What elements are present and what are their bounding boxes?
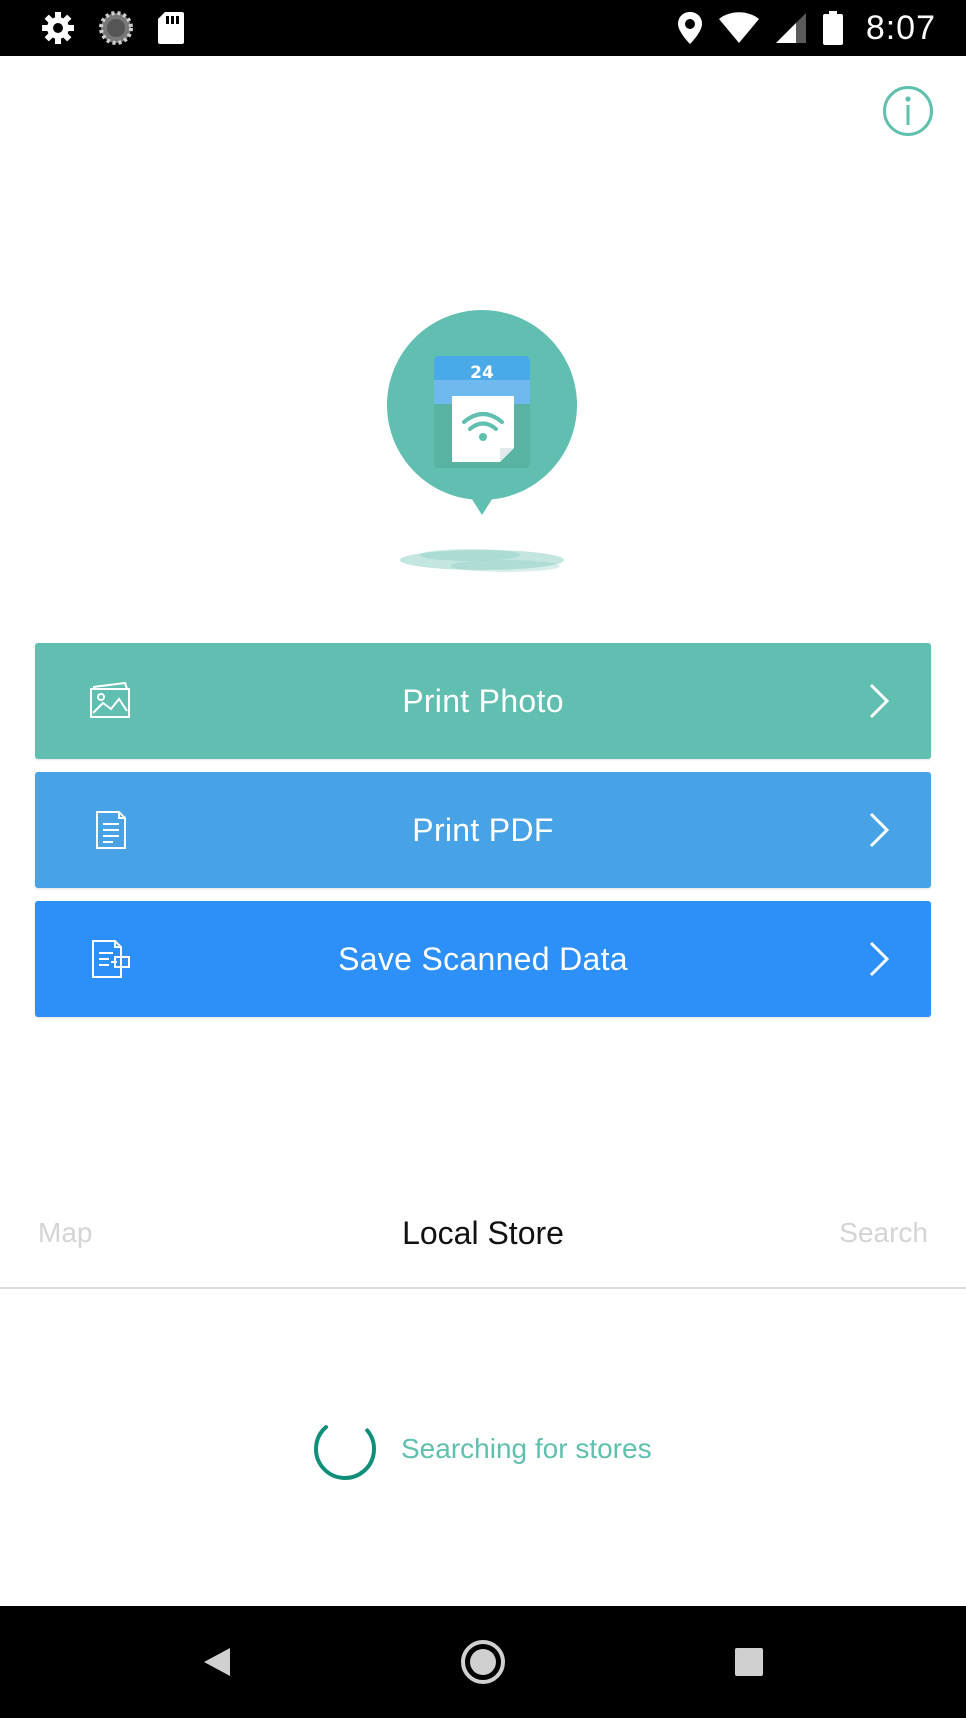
save-scanned-data-label: Save Scanned Data [338,941,628,977]
app-screen: 8:07 24 Print Photo Print PDF Save Scann… [0,0,966,1718]
loading-text: Searching for stores [401,1433,652,1464]
printer-bubble-logo: 24 [387,310,577,572]
calendar-number: 24 [470,363,494,383]
store-search-loading: Searching for stores [0,1410,966,1490]
signal-icon [775,13,806,43]
chevron-right-icon [869,941,890,977]
status-bar: 8:07 [0,0,966,56]
back-icon[interactable] [190,1634,246,1690]
print-photo-button[interactable]: Print Photo [35,643,931,759]
print-pdf-button[interactable]: Print PDF [35,772,931,888]
tab-search[interactable]: Search [839,1200,928,1266]
print-pdf-label: Print PDF [412,812,554,848]
status-right-icons: 8:07 [676,8,936,48]
hero-illustration: 24 [370,300,600,590]
info-icon [905,96,911,125]
sd-card-icon [158,12,184,44]
wifi-icon [718,12,759,43]
chevron-right-icon [869,683,890,719]
tab-map[interactable]: Map [38,1200,92,1266]
info-button[interactable] [883,86,933,136]
sync-icon [99,11,133,45]
print-photo-label: Print Photo [402,683,564,719]
location-icon [677,12,702,44]
recents-icon[interactable] [721,1634,777,1690]
chevron-right-icon [869,812,890,848]
home-icon[interactable] [455,1634,511,1690]
battery-icon [822,11,843,45]
tabs-divider [0,1287,966,1289]
save-scanned-data-button[interactable]: Save Scanned Data [35,901,931,1017]
navigation-bar [0,1606,966,1718]
settings-icon [42,12,74,44]
loading-spinner-icon [314,1418,376,1480]
store-tabs: Local Store Map Search [0,1200,966,1290]
status-time: 8:07 [865,8,936,47]
status-left-icons [40,8,186,48]
tab-local-store[interactable]: Local Store [0,1200,966,1266]
